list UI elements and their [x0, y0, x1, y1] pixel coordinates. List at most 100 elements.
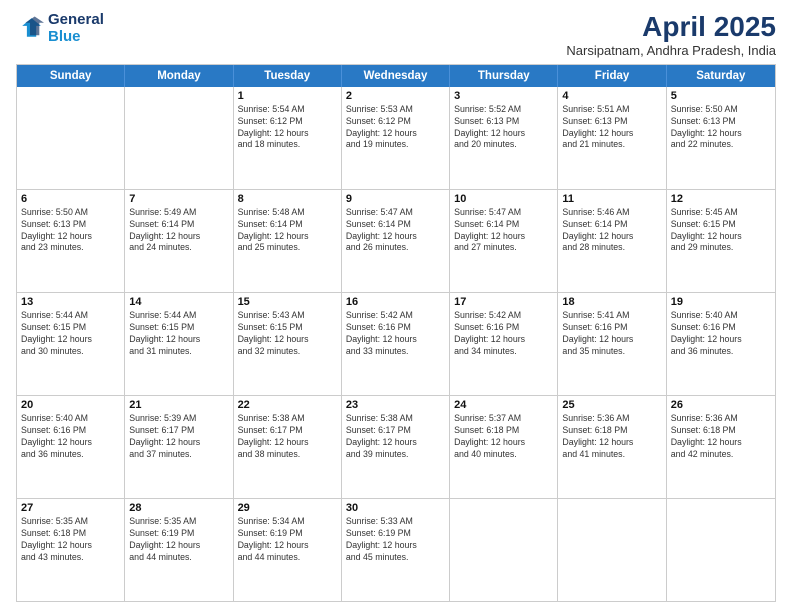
day-number: 27 — [21, 502, 120, 514]
header: General Blue April 2025 Narsipatnam, And… — [16, 12, 776, 58]
calendar-cell: 14 Sunrise: 5:44 AM Sunset: 6:15 PM Dayli… — [125, 293, 233, 395]
calendar-cell — [125, 87, 233, 189]
calendar-cell — [667, 499, 775, 601]
calendar-cell: 1 Sunrise: 5:54 AM Sunset: 6:12 PM Daylig… — [234, 87, 342, 189]
calendar-cell: 19 Sunrise: 5:40 AM Sunset: 6:16 PM Dayli… — [667, 293, 775, 395]
calendar-cell: 7 Sunrise: 5:49 AM Sunset: 6:14 PM Daylig… — [125, 190, 233, 292]
cell-info: Sunrise: 5:35 AM Sunset: 6:19 PM Dayligh… — [129, 516, 228, 564]
cell-info: Sunrise: 5:43 AM Sunset: 6:15 PM Dayligh… — [238, 310, 337, 358]
calendar-cell: 25 Sunrise: 5:36 AM Sunset: 6:18 PM Dayli… — [558, 396, 666, 498]
calendar-header-cell: Saturday — [667, 65, 775, 87]
cell-info: Sunrise: 5:38 AM Sunset: 6:17 PM Dayligh… — [238, 413, 337, 461]
calendar-cell — [450, 499, 558, 601]
cell-info: Sunrise: 5:50 AM Sunset: 6:13 PM Dayligh… — [21, 207, 120, 255]
day-number: 22 — [238, 399, 337, 411]
day-number: 4 — [562, 90, 661, 102]
day-number: 8 — [238, 193, 337, 205]
cell-info: Sunrise: 5:44 AM Sunset: 6:15 PM Dayligh… — [129, 310, 228, 358]
day-number: 26 — [671, 399, 771, 411]
calendar-header-cell: Wednesday — [342, 65, 450, 87]
cell-info: Sunrise: 5:45 AM Sunset: 6:15 PM Dayligh… — [671, 207, 771, 255]
cell-info: Sunrise: 5:47 AM Sunset: 6:14 PM Dayligh… — [454, 207, 553, 255]
calendar: SundayMondayTuesdayWednesdayThursdayFrid… — [16, 64, 776, 602]
calendar-cell: 17Sunrise: 5:42 AM Sunset: 6:16 PM Dayli… — [450, 293, 558, 395]
day-number: 9 — [346, 193, 445, 205]
cell-info: Sunrise: 5:42 AM Sunset: 6:16 PM Dayligh… — [346, 310, 445, 358]
calendar-cell: 2Sunrise: 5:53 AM Sunset: 6:12 PM Daylig… — [342, 87, 450, 189]
day-number: 29 — [238, 502, 337, 514]
day-number: 18 — [562, 296, 661, 308]
day-number: 23 — [346, 399, 445, 411]
calendar-week-row: 1 Sunrise: 5:54 AM Sunset: 6:12 PM Daylig… — [17, 87, 775, 190]
cell-info: Sunrise: 5:41 AM Sunset: 6:16 PM Dayligh… — [562, 310, 661, 358]
cell-info: Sunrise: 5:51 AM Sunset: 6:13 PM Dayligh… — [562, 104, 661, 152]
cell-info: Sunrise: 5:52 AM Sunset: 6:13 PM Dayligh… — [454, 104, 553, 152]
calendar-cell: 28 Sunrise: 5:35 AM Sunset: 6:19 PM Dayli… — [125, 499, 233, 601]
cell-info: Sunrise: 5:39 AM Sunset: 6:17 PM Dayligh… — [129, 413, 228, 461]
main-title: April 2025 — [566, 12, 776, 43]
day-number: 14 — [129, 296, 228, 308]
cell-info: Sunrise: 5:36 AM Sunset: 6:18 PM Dayligh… — [562, 413, 661, 461]
calendar-cell: 5 Sunrise: 5:50 AM Sunset: 6:13 PM Daylig… — [667, 87, 775, 189]
calendar-cell: 6 Sunrise: 5:50 AM Sunset: 6:13 PM Daylig… — [17, 190, 125, 292]
logo-icon — [16, 15, 44, 43]
calendar-header-cell: Monday — [125, 65, 233, 87]
calendar-cell: 27 Sunrise: 5:35 AM Sunset: 6:18 PM Dayli… — [17, 499, 125, 601]
calendar-cell: 29 Sunrise: 5:34 AM Sunset: 6:19 PM Dayli… — [234, 499, 342, 601]
calendar-cell: 12 Sunrise: 5:45 AM Sunset: 6:15 PM Dayli… — [667, 190, 775, 292]
day-number: 30 — [346, 502, 445, 514]
day-number: 13 — [21, 296, 120, 308]
cell-info: Sunrise: 5:54 AM Sunset: 6:12 PM Dayligh… — [238, 104, 337, 152]
calendar-week-row: 20 Sunrise: 5:40 AM Sunset: 6:16 PM Dayli… — [17, 396, 775, 499]
day-number: 6 — [21, 193, 120, 205]
day-number: 2 — [346, 90, 445, 102]
day-number: 1 — [238, 90, 337, 102]
calendar-body: 1 Sunrise: 5:54 AM Sunset: 6:12 PM Daylig… — [17, 87, 775, 601]
title-block: April 2025 Narsipatnam, Andhra Pradesh, … — [566, 12, 776, 58]
cell-info: Sunrise: 5:35 AM Sunset: 6:18 PM Dayligh… — [21, 516, 120, 564]
cell-info: Sunrise: 5:40 AM Sunset: 6:16 PM Dayligh… — [671, 310, 771, 358]
cell-info: Sunrise: 5:33 AM Sunset: 6:19 PM Dayligh… — [346, 516, 445, 564]
calendar-header-cell: Tuesday — [234, 65, 342, 87]
calendar-cell: 11Sunrise: 5:46 AM Sunset: 6:14 PM Dayli… — [558, 190, 666, 292]
day-number: 19 — [671, 296, 771, 308]
day-number: 5 — [671, 90, 771, 102]
calendar-cell: 24Sunrise: 5:37 AM Sunset: 6:18 PM Dayli… — [450, 396, 558, 498]
subtitle: Narsipatnam, Andhra Pradesh, India — [566, 43, 776, 58]
cell-info: Sunrise: 5:49 AM Sunset: 6:14 PM Dayligh… — [129, 207, 228, 255]
calendar-header-cell: Friday — [558, 65, 666, 87]
calendar-cell — [558, 499, 666, 601]
day-number: 20 — [21, 399, 120, 411]
day-number: 21 — [129, 399, 228, 411]
day-number: 25 — [562, 399, 661, 411]
calendar-cell: 9 Sunrise: 5:47 AM Sunset: 6:14 PM Daylig… — [342, 190, 450, 292]
cell-info: Sunrise: 5:47 AM Sunset: 6:14 PM Dayligh… — [346, 207, 445, 255]
day-number: 7 — [129, 193, 228, 205]
cell-info: Sunrise: 5:50 AM Sunset: 6:13 PM Dayligh… — [671, 104, 771, 152]
day-number: 12 — [671, 193, 771, 205]
calendar-cell: 3 Sunrise: 5:52 AM Sunset: 6:13 PM Daylig… — [450, 87, 558, 189]
calendar-header-cell: Thursday — [450, 65, 558, 87]
cell-info: Sunrise: 5:40 AM Sunset: 6:16 PM Dayligh… — [21, 413, 120, 461]
day-number: 28 — [129, 502, 228, 514]
calendar-header-cell: Sunday — [17, 65, 125, 87]
day-number: 16 — [346, 296, 445, 308]
cell-info: Sunrise: 5:48 AM Sunset: 6:14 PM Dayligh… — [238, 207, 337, 255]
calendar-cell: 20 Sunrise: 5:40 AM Sunset: 6:16 PM Dayli… — [17, 396, 125, 498]
cell-info: Sunrise: 5:46 AM Sunset: 6:14 PM Dayligh… — [562, 207, 661, 255]
day-number: 3 — [454, 90, 553, 102]
calendar-header-row: SundayMondayTuesdayWednesdayThursdayFrid… — [17, 65, 775, 87]
page: General Blue April 2025 Narsipatnam, And… — [0, 0, 792, 612]
cell-info: Sunrise: 5:36 AM Sunset: 6:18 PM Dayligh… — [671, 413, 771, 461]
cell-info: Sunrise: 5:38 AM Sunset: 6:17 PM Dayligh… — [346, 413, 445, 461]
cell-info: Sunrise: 5:44 AM Sunset: 6:15 PM Dayligh… — [21, 310, 120, 358]
cell-info: Sunrise: 5:34 AM Sunset: 6:19 PM Dayligh… — [238, 516, 337, 564]
calendar-cell: 10Sunrise: 5:47 AM Sunset: 6:14 PM Dayli… — [450, 190, 558, 292]
calendar-cell: 13 Sunrise: 5:44 AM Sunset: 6:15 PM Dayli… — [17, 293, 125, 395]
calendar-week-row: 27 Sunrise: 5:35 AM Sunset: 6:18 PM Dayli… — [17, 499, 775, 601]
logo-line2: Blue — [48, 28, 81, 45]
calendar-cell: 16 Sunrise: 5:42 AM Sunset: 6:16 PM Dayli… — [342, 293, 450, 395]
logo-line1: General — [48, 12, 104, 29]
cell-info: Sunrise: 5:42 AM Sunset: 6:16 PM Dayligh… — [454, 310, 553, 358]
calendar-cell: 21 Sunrise: 5:39 AM Sunset: 6:17 PM Dayli… — [125, 396, 233, 498]
